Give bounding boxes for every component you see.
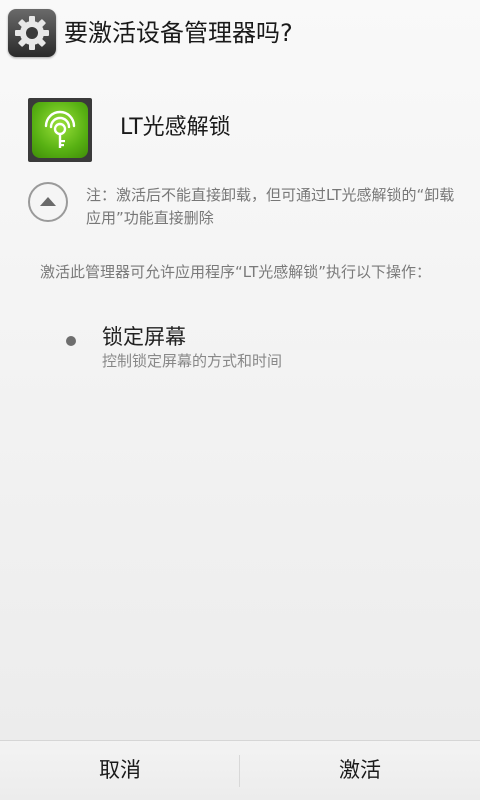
app-icon: [28, 98, 92, 162]
activate-button[interactable]: 激活: [240, 741, 480, 800]
bullet-dot-icon: [66, 336, 76, 346]
chevron-up-icon: [40, 197, 56, 206]
app-name: LT光感解锁: [120, 115, 231, 140]
dialog-title: 要激活设备管理器吗?: [64, 19, 293, 47]
button-bar: 取消 激活: [0, 740, 480, 800]
policy-title: 锁定屏幕: [102, 325, 186, 349]
expand-note-button[interactable]: [28, 182, 68, 222]
policy-description: 控制锁定屏幕的方式和时间: [102, 352, 283, 370]
activation-description: 激活此管理器可允许应用程序“LT光感解锁”执行以下操作：: [40, 263, 431, 281]
uninstall-note: 注：激活后不能直接卸载，但可通过LT光感解锁的“卸载应用”功能直接删除: [86, 186, 455, 227]
title-bar: 要激活设备管理器吗?: [0, 0, 480, 66]
light-key-icon: [32, 102, 88, 158]
settings-gear-icon: [8, 9, 56, 57]
cancel-button[interactable]: 取消: [0, 741, 240, 800]
